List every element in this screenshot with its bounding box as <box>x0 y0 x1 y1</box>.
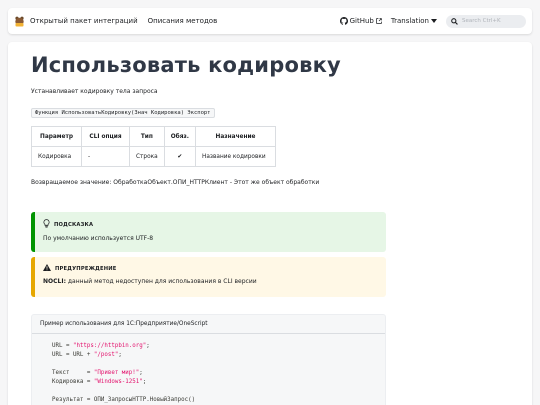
warning-admonition: ПРЕДУПРЕЖДЕНИЕ NOCLI: данный метод недос… <box>31 257 386 297</box>
warning-heading-row: ПРЕДУПРЕЖДЕНИЕ <box>43 264 378 273</box>
nav-link-integrations[interactable]: Открытый пакет интеграций <box>30 17 138 25</box>
param-name-cell: Кодировка <box>31 146 82 167</box>
translation-label: Translation <box>390 17 429 25</box>
type-cell: Строка <box>129 146 165 167</box>
tip-text: По умолчанию используется UTF-8 <box>43 235 154 242</box>
external-link-icon <box>376 18 382 24</box>
github-link[interactable]: GitHub <box>339 17 382 25</box>
code-line: URL = URL + "/post"; <box>52 352 122 358</box>
page-title: Использовать кодировку <box>31 53 341 77</box>
code-line: Текст = "Привет мир!"; <box>52 370 143 376</box>
code-example-title: Пример использования для 1С:Предприятие/… <box>32 315 385 334</box>
return-value-text: Возвращаемое значение: ОбработкаОбъект.О… <box>31 179 320 186</box>
cli-option-cell: - <box>81 146 130 167</box>
warning-text: NOCLI: данный метод недоступен для испол… <box>43 278 378 285</box>
cli-option-header: CLI опция <box>81 126 130 147</box>
tip-heading: ПОДСКАЗКА <box>54 221 94 228</box>
params-header-row: Параметр CLI опция Тип Обяз. Назначение <box>31 126 276 147</box>
top-navbar: Открытый пакет интеграций Описания метод… <box>8 8 532 34</box>
navbar-right: GitHub Translation <box>339 14 526 28</box>
table-row: Кодировка - Строка ✔ Название кодировки <box>31 146 276 167</box>
github-icon <box>339 17 348 25</box>
bear-logo-icon[interactable] <box>14 16 25 27</box>
warning-triangle-icon <box>43 264 55 273</box>
code-content[interactable]: URL = "https://httpbin.org"; URL = URL +… <box>32 334 385 405</box>
required-header: Обяз. <box>163 126 197 147</box>
code-line: Результат = ОПИ_ЗапросыHTTP.НовыйЗапрос(… <box>52 397 196 403</box>
warning-message: данный метод недоступен для использовани… <box>65 278 257 285</box>
tip-admonition: ПОДСКАЗКА По умолчанию используется UTF-… <box>31 212 386 252</box>
code-line: Кодировка = "Windows-1251"; <box>52 379 147 385</box>
translation-dropdown[interactable]: Translation <box>391 17 437 25</box>
caret-down-icon <box>431 19 437 23</box>
type-header: Тип <box>129 126 165 147</box>
search-icon <box>451 17 458 25</box>
search-input[interactable] <box>462 18 522 24</box>
code-line: URL = "https://httpbin.org"; <box>52 343 150 349</box>
search-box[interactable] <box>446 14 526 28</box>
method-signature: Функция ИспользоватьКодировку(Знач Кодир… <box>31 108 215 118</box>
param-header: Параметр <box>31 126 82 147</box>
nocli-label: NOCLI: <box>43 278 66 285</box>
method-description: Устанавливает кодировку тела запроса <box>31 88 158 95</box>
warning-heading: ПРЕДУПРЕЖДЕНИЕ <box>55 265 117 272</box>
lightbulb-icon <box>43 219 54 230</box>
nav-link-methods[interactable]: Описания методов <box>148 17 218 25</box>
required-check-cell: ✔ <box>163 146 197 167</box>
params-table: Параметр CLI опция Тип Обяз. Назначение … <box>31 126 276 167</box>
github-label: GitHub <box>349 17 374 25</box>
code-example-block: Пример использования для 1С:Предприятие/… <box>31 314 386 405</box>
main-content-card: Использовать кодировку Устанавливает код… <box>8 42 532 405</box>
purpose-header: Назначение <box>195 126 276 147</box>
tip-heading-row: ПОДСКАЗКА <box>43 219 378 230</box>
purpose-cell: Название кодировки <box>195 146 276 167</box>
